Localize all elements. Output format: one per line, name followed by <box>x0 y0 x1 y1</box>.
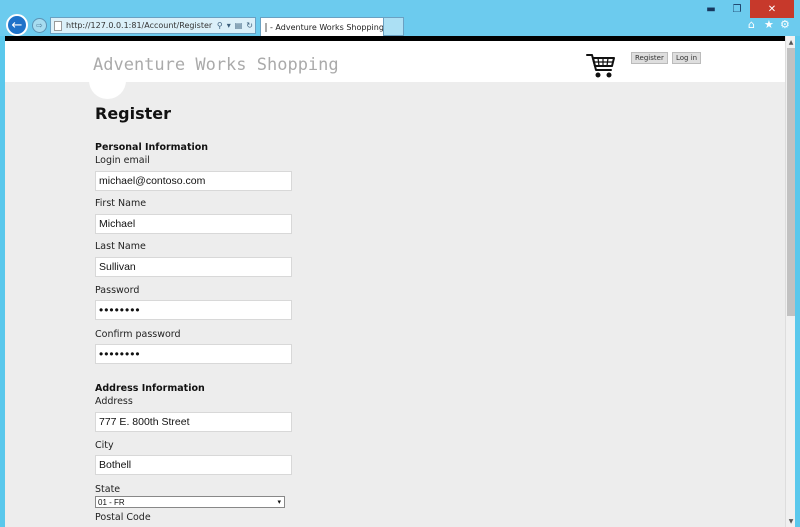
register-link[interactable]: Register <box>631 52 668 64</box>
back-arrow-icon: ← <box>11 17 23 33</box>
scroll-down-icon[interactable]: ▼ <box>786 515 795 527</box>
city-input[interactable]: Bothell <box>95 455 292 475</box>
address-text[interactable]: http://127.0.0.1:81/Account/Register <box>66 21 215 30</box>
address-information-heading: Address Information <box>95 383 205 394</box>
address-label: Address <box>95 396 133 407</box>
favorites-icon[interactable]: ★ <box>764 18 774 31</box>
tab-title: - Adventure Works Shopping <box>270 22 384 32</box>
login-email-label: Login email <box>95 155 150 166</box>
first-name-label: First Name <box>95 198 147 209</box>
address-input[interactable]: 777 E. 800th Street <box>95 412 292 432</box>
password-label: Password <box>95 285 140 296</box>
personal-information-heading: Personal Information <box>95 142 209 153</box>
state-label: State <box>95 484 121 495</box>
state-selected-value: 01 - FR <box>98 497 125 507</box>
browser-chrome: ▬ ❐ ✕ ← ⇨ http://127.0.0.1:81/Account/Re… <box>0 0 800 36</box>
compatibility-view-icon[interactable]: ▤ <box>235 21 243 30</box>
scroll-up-icon[interactable]: ▲ <box>786 36 795 48</box>
site-title[interactable]: Adventure Works Shopping <box>93 55 339 75</box>
forward-arrow-icon: ⇨ <box>36 21 43 30</box>
page-viewport: Adventure Works Shopping Register Log in… <box>5 36 795 527</box>
state-select[interactable]: 01 - FR ▾ <box>95 496 285 508</box>
password-input[interactable]: •••••••• <box>95 300 292 320</box>
close-window-button[interactable]: ✕ <box>750 0 794 18</box>
last-name-input[interactable]: Sullivan <box>95 257 292 277</box>
scrollbar-thumb[interactable] <box>787 48 795 316</box>
new-tab-button[interactable] <box>384 17 404 36</box>
login-link[interactable]: Log in <box>672 52 702 64</box>
city-label: City <box>95 440 114 451</box>
login-email-input[interactable]: michael@contoso.com <box>95 171 292 191</box>
refresh-icon[interactable]: ↻ <box>246 21 253 30</box>
page-icon <box>54 20 62 31</box>
restore-button[interactable]: ❐ <box>724 0 750 18</box>
vertical-scrollbar[interactable]: ▲ ▼ <box>785 36 795 527</box>
dropdown-icon[interactable]: ▾ <box>227 21 231 30</box>
page-title: Register <box>95 104 172 123</box>
first-name-input[interactable]: Michael <box>95 214 292 234</box>
home-icon[interactable]: ⌂ <box>748 18 755 31</box>
minimize-button[interactable]: ▬ <box>698 0 724 18</box>
search-icon[interactable]: ⚲ <box>217 21 223 30</box>
last-name-label: Last Name <box>95 241 146 252</box>
settings-gear-icon[interactable]: ⚙ <box>780 18 790 31</box>
confirm-password-input[interactable]: •••••••• <box>95 344 292 364</box>
confirm-password-label: Confirm password <box>95 329 181 340</box>
postal-code-label: Postal Code <box>95 512 151 523</box>
tab-page-icon <box>265 22 267 32</box>
chevron-down-icon: ▾ <box>277 499 281 506</box>
forward-button[interactable]: ⇨ <box>32 18 47 33</box>
browser-tab[interactable]: - Adventure Works Shopping × <box>260 17 384 36</box>
shopping-cart-icon[interactable] <box>586 52 616 80</box>
address-bar[interactable]: http://127.0.0.1:81/Account/Register ⚲ ▾… <box>50 17 256 34</box>
window-controls: ▬ ❐ ✕ <box>698 0 794 18</box>
back-button[interactable]: ← <box>6 14 28 36</box>
